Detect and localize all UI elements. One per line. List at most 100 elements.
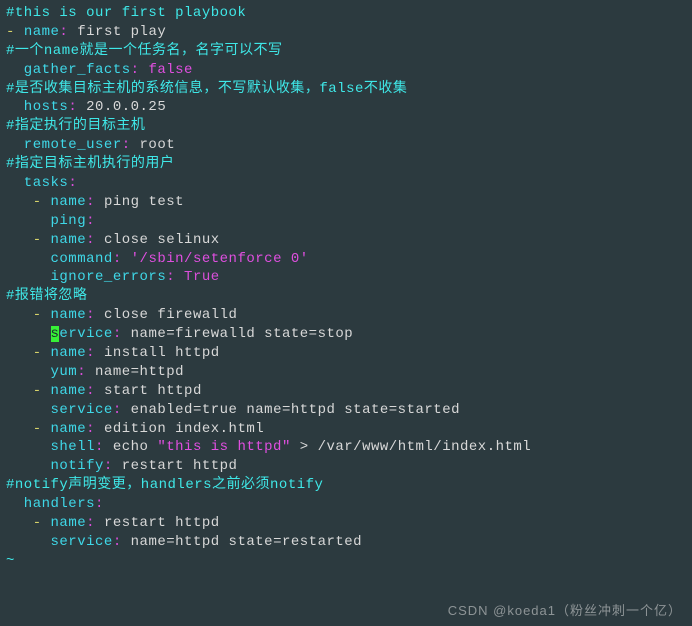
comment: #notify声明变更，handlers之前必须notify (6, 477, 323, 493)
yaml-key: tasks (6, 175, 68, 191)
code-line: ignore_errors: True (6, 268, 686, 287)
yaml-key: remote_user (6, 137, 122, 153)
code-line: shell: echo "this is httpd" > /var/www/h… (6, 438, 686, 457)
code-line: #指定目标主机执行的用户 (6, 155, 686, 174)
yaml-key: hosts (6, 99, 68, 115)
comment: #this is our first playbook (6, 5, 246, 21)
colon: : (77, 364, 95, 380)
yaml-value: ping test (104, 194, 184, 210)
code-line: #一个name就是一个任务名，名字可以不写 (6, 42, 686, 61)
comment: #一个name就是一个任务名，名字可以不写 (6, 43, 283, 59)
comment: #报错将忽略 (6, 288, 87, 304)
code-line: service: enabled=true name=httpd state=s… (6, 401, 686, 420)
yaml-key: notify (6, 458, 104, 474)
code-block: #this is our first playbook - name: firs… (6, 4, 686, 571)
yaml-key: name (51, 232, 87, 248)
colon: : (95, 496, 104, 512)
code-line: - name: close firewalld (6, 306, 686, 325)
yaml-key: name (24, 24, 60, 40)
colon: : (86, 421, 104, 437)
yaml-bool: True (184, 269, 220, 285)
colon: : (68, 175, 77, 191)
code-line: handlers: (6, 495, 686, 514)
colon: : (166, 269, 184, 285)
colon: : (86, 307, 104, 323)
code-line: remote_user: root (6, 136, 686, 155)
yaml-key: service (6, 534, 113, 550)
yaml-key: shell (6, 439, 95, 455)
yaml-key: gather_facts (6, 62, 131, 78)
yaml-value: start httpd (104, 383, 202, 399)
yaml-key: ignore_errors (6, 269, 166, 285)
dash: - (6, 24, 24, 40)
yaml-key: name (51, 421, 87, 437)
colon: : (86, 515, 104, 531)
code-line: - name: edition index.html (6, 420, 686, 439)
dash: - (6, 515, 51, 531)
yaml-value: name=httpd state=restarted (131, 534, 362, 550)
yaml-value: echo (113, 439, 158, 455)
code-line: #是否收集目标主机的系统信息，不写默认收集，false不收集 (6, 80, 686, 99)
yaml-value: edition index.html (104, 421, 264, 437)
yaml-value: root (140, 137, 176, 153)
code-line: command: '/sbin/setenforce 0' (6, 250, 686, 269)
colon: : (59, 24, 77, 40)
colon: : (113, 402, 131, 418)
code-line: #notify声明变更，handlers之前必须notify (6, 476, 686, 495)
yaml-value: > /var/www/html/index.html (291, 439, 531, 455)
colon: : (86, 232, 104, 248)
yaml-key: name (51, 194, 87, 210)
code-line: ping: (6, 212, 686, 231)
colon: : (86, 213, 95, 229)
yaml-value: enabled=true name=httpd state=started (131, 402, 460, 418)
colon: : (113, 326, 131, 342)
code-line: service: name=firewalld state=stop (6, 325, 686, 344)
colon: : (122, 137, 140, 153)
comment: #指定目标主机执行的用户 (6, 156, 174, 172)
code-line: notify: restart httpd (6, 457, 686, 476)
yaml-key (6, 326, 51, 342)
code-line: gather_facts: false (6, 61, 686, 80)
comment: #是否收集目标主机的系统信息，不写默认收集，false不收集 (6, 81, 407, 97)
code-line: - name: start httpd (6, 382, 686, 401)
dash: - (6, 307, 51, 323)
dash: - (6, 383, 51, 399)
yaml-bool: false (148, 62, 193, 78)
yaml-value: close selinux (104, 232, 220, 248)
yaml-value: first play (77, 24, 166, 40)
yaml-string: '/sbin/setenforce 0' (131, 251, 309, 267)
colon: : (104, 458, 122, 474)
code-line: service: name=httpd state=restarted (6, 533, 686, 552)
comment: #指定执行的目标主机 (6, 118, 145, 134)
colon: : (86, 383, 104, 399)
dash: - (6, 232, 51, 248)
yaml-key: ervice (59, 326, 112, 342)
yaml-key: name (51, 515, 87, 531)
dash: - (6, 421, 51, 437)
yaml-value: 20.0.0.25 (86, 99, 166, 115)
colon: : (113, 251, 131, 267)
code-line: ~ (6, 552, 686, 571)
yaml-key: name (51, 307, 87, 323)
code-line: hosts: 20.0.0.25 (6, 98, 686, 117)
code-line: - name: close selinux (6, 231, 686, 250)
yaml-string: "this is httpd" (157, 439, 291, 455)
colon: : (86, 345, 104, 361)
colon: : (95, 439, 113, 455)
watermark: CSDN @koeda1（粉丝冲刺一个亿） (448, 602, 682, 620)
yaml-key: handlers (6, 496, 95, 512)
code-line: - name: install httpd (6, 344, 686, 363)
yaml-value: install httpd (104, 345, 220, 361)
colon: : (131, 62, 149, 78)
tilde-empty-line: ~ (6, 553, 15, 569)
yaml-value: name=httpd (95, 364, 184, 380)
code-line: tasks: (6, 174, 686, 193)
dash: - (6, 345, 51, 361)
colon: : (113, 534, 131, 550)
yaml-key: service (6, 402, 113, 418)
yaml-value: name=firewalld state=stop (131, 326, 354, 342)
yaml-key: name (51, 345, 87, 361)
code-line: yum: name=httpd (6, 363, 686, 382)
code-line: #this is our first playbook (6, 4, 686, 23)
dash: - (6, 194, 51, 210)
